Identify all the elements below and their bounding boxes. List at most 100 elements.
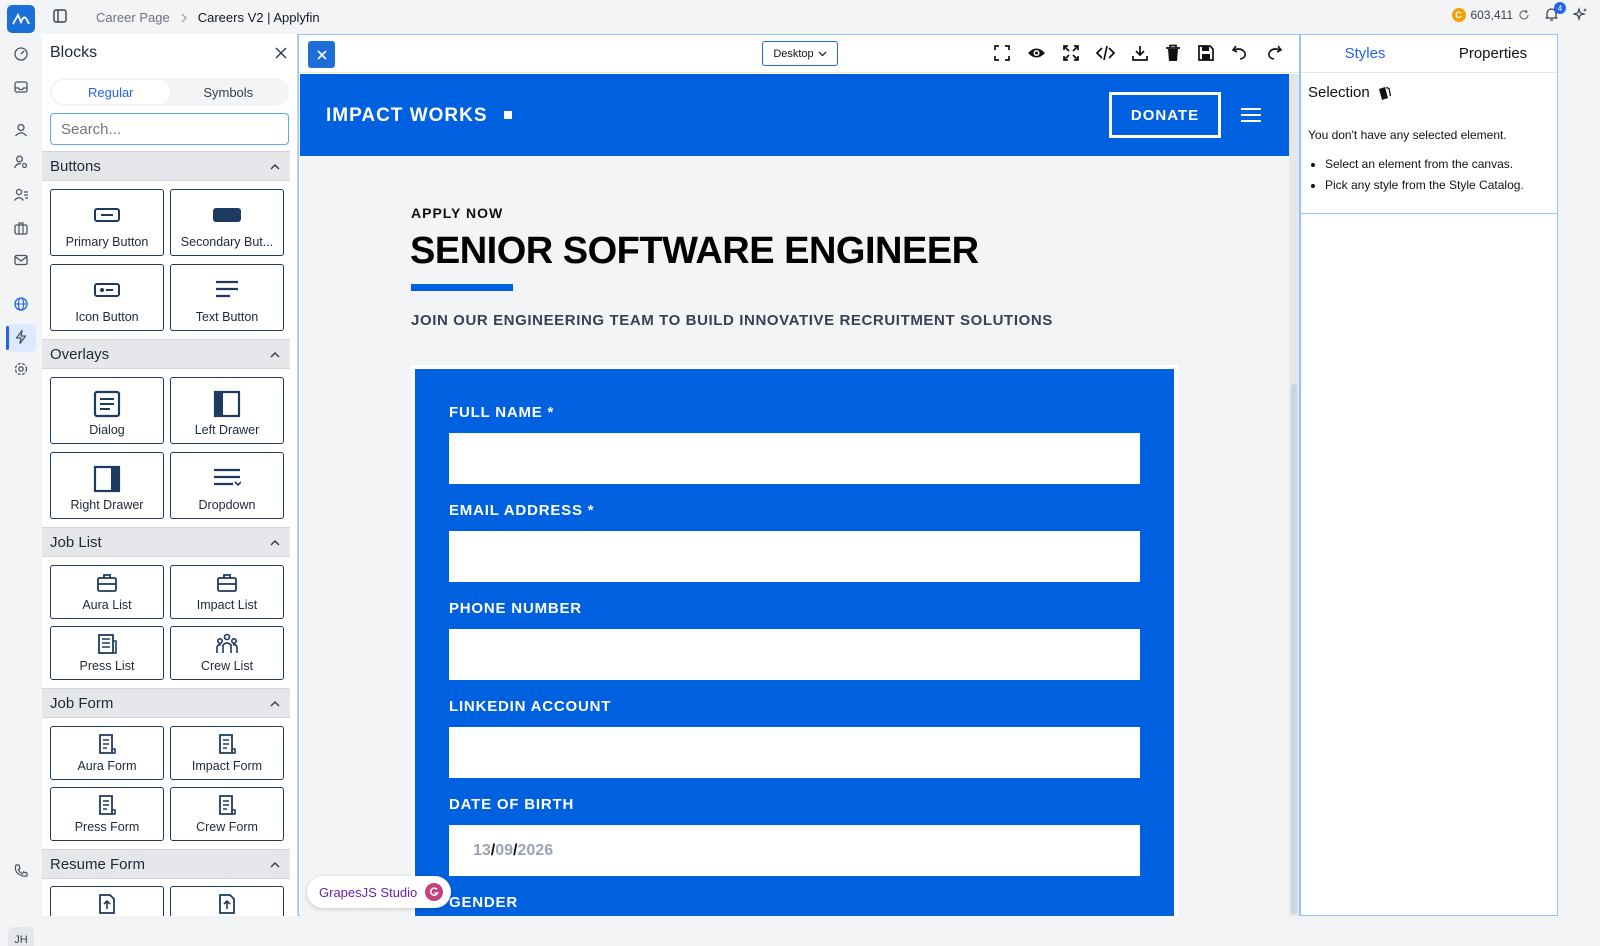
- tab-styles[interactable]: Styles: [1301, 35, 1429, 72]
- phone-icon[interactable]: [13, 863, 29, 879]
- notifications-bell-icon[interactable]: 4: [1544, 2, 1566, 22]
- lightning-icon[interactable]: [13, 329, 29, 345]
- preview-icon[interactable]: [1027, 44, 1046, 62]
- full-name-input[interactable]: [449, 433, 1140, 484]
- grapesjs-logo-icon: [425, 883, 444, 901]
- breadcrumb-current: Careers V2 | Applyfin: [197, 10, 320, 25]
- tip-item: Select an element from the canvas.: [1325, 154, 1524, 175]
- block-secondary-button[interactable]: Secondary But...: [170, 189, 284, 256]
- briefcase-icon[interactable]: [13, 220, 29, 236]
- block-crew-list[interactable]: Crew List: [170, 626, 284, 680]
- block-aura-form[interactable]: Aura Form: [50, 726, 164, 780]
- category-overlays[interactable]: Overlays: [42, 339, 290, 369]
- category-job-form[interactable]: Job Form: [42, 688, 290, 718]
- icon-button-icon: [94, 283, 120, 297]
- tab-regular[interactable]: Regular: [52, 80, 170, 104]
- download-icon[interactable]: [1131, 44, 1149, 62]
- avatar[interactable]: JH: [8, 927, 34, 946]
- block-label: Impact Form: [191, 759, 263, 773]
- canvas-frame[interactable]: IMPACT WORKS DONATE APPLY NOW SENIOR SOF…: [300, 74, 1289, 916]
- tab-symbols[interactable]: Symbols: [170, 80, 288, 104]
- apply-eyebrow[interactable]: APPLY NOW: [411, 205, 503, 221]
- chevron-right-icon: [180, 13, 188, 23]
- canvas-scrollbar[interactable]: [1289, 74, 1299, 916]
- phone-input[interactable]: [449, 629, 1140, 680]
- email-input[interactable]: [449, 531, 1140, 582]
- undo-icon[interactable]: [1231, 44, 1249, 62]
- right-panel-tabs: Styles Properties: [1301, 35, 1557, 73]
- block-dialog[interactable]: Dialog: [50, 377, 164, 444]
- donate-button[interactable]: DONATE: [1109, 92, 1221, 138]
- category-resume-form[interactable]: Resume Form: [42, 849, 290, 879]
- outline-icon[interactable]: [993, 44, 1011, 62]
- block-crew-form[interactable]: Crew Form: [170, 787, 284, 841]
- block-icon-button[interactable]: Icon Button: [50, 264, 164, 331]
- style-catalog-icon: [1378, 86, 1391, 100]
- left-drawer-icon: [213, 390, 241, 418]
- site-header[interactable]: IMPACT WORKS DONATE: [300, 74, 1289, 156]
- button-icon: [94, 208, 120, 222]
- block-dropdown[interactable]: Dropdown: [170, 452, 284, 519]
- category-job-list[interactable]: Job List: [42, 527, 290, 557]
- hamburger-menu-icon[interactable]: [1241, 107, 1261, 123]
- dialog-icon: [93, 390, 121, 418]
- upload-file-icon: [99, 894, 115, 914]
- mail-icon[interactable]: [13, 252, 29, 268]
- dashboard-icon[interactable]: [13, 46, 29, 62]
- ai-sparkle-icon[interactable]: [1573, 7, 1588, 22]
- close-icon[interactable]: [275, 47, 287, 59]
- fullscreen-icon[interactable]: [1062, 44, 1080, 62]
- dob-input[interactable]: 13 / 09 / 2026: [449, 825, 1140, 876]
- block-impact-form[interactable]: Impact Form: [170, 726, 284, 780]
- block-resume-form-1[interactable]: [50, 886, 164, 916]
- users-icon[interactable]: [13, 187, 29, 203]
- rail-active-bar: [6, 326, 9, 350]
- refresh-icon[interactable]: [1518, 9, 1530, 21]
- block-aura-list[interactable]: Aura List: [50, 565, 164, 619]
- upload-file-icon: [219, 894, 235, 914]
- block-right-drawer[interactable]: Right Drawer: [50, 452, 164, 519]
- block-press-list[interactable]: Press List: [50, 626, 164, 680]
- application-form[interactable]: FULL NAME * EMAIL ADDRESS * PHONE NUMBER…: [415, 369, 1174, 916]
- canvas-area: Desktop IMPACT WORKS DONATE APPLY NOW SE…: [298, 34, 1300, 916]
- globe-icon[interactable]: [13, 296, 29, 312]
- dropdown-icon: [214, 468, 241, 487]
- category-buttons[interactable]: Buttons: [42, 151, 290, 181]
- search-input[interactable]: [61, 120, 278, 138]
- linkedin-input[interactable]: [449, 727, 1140, 778]
- device-select[interactable]: Desktop: [762, 41, 838, 66]
- block-text-button[interactable]: Text Button: [170, 264, 284, 331]
- trash-icon[interactable]: [1165, 44, 1181, 62]
- block-resume-form-2[interactable]: [170, 886, 284, 916]
- block-label: Dialog: [89, 423, 125, 437]
- app-logo[interactable]: [7, 5, 35, 33]
- redo-icon[interactable]: [1265, 44, 1283, 62]
- tab-properties[interactable]: Properties: [1429, 35, 1557, 72]
- dob-year: 2026: [517, 841, 554, 859]
- site-brand[interactable]: IMPACT WORKS: [326, 105, 488, 127]
- user-search-icon[interactable]: [13, 154, 29, 170]
- search-field: [50, 113, 289, 145]
- block-primary-button[interactable]: Primary Button: [50, 189, 164, 256]
- canvas-scroll-thumb[interactable]: [1291, 384, 1297, 914]
- block-left-drawer[interactable]: Left Drawer: [170, 377, 284, 444]
- candidate-icon[interactable]: [13, 122, 29, 138]
- grapesjs-studio-badge[interactable]: GrapesJS Studio: [307, 876, 452, 908]
- sidebar-toggle-icon[interactable]: [53, 9, 67, 23]
- breadcrumb-parent[interactable]: Career Page: [96, 10, 170, 25]
- job-title[interactable]: SENIOR SOFTWARE ENGINEER: [410, 230, 979, 273]
- dob-month: 09: [495, 841, 514, 859]
- code-icon[interactable]: [1096, 44, 1115, 62]
- block-label: Icon Button: [75, 310, 139, 324]
- settings-icon[interactable]: [13, 361, 29, 377]
- category-label: Buttons: [50, 157, 101, 175]
- block-impact-list[interactable]: Impact List: [170, 565, 284, 619]
- inbox-icon[interactable]: [13, 79, 29, 95]
- briefcase-icon: [97, 574, 117, 592]
- tip-item: Pick any style from the Style Catalog.: [1325, 175, 1524, 196]
- close-canvas-button[interactable]: [308, 41, 335, 68]
- save-icon[interactable]: [1197, 44, 1215, 62]
- dob-day: 13: [473, 841, 491, 859]
- job-subtitle[interactable]: JOIN OUR ENGINEERING TEAM TO BUILD INNOV…: [411, 312, 1053, 329]
- block-press-form[interactable]: Press Form: [50, 787, 164, 841]
